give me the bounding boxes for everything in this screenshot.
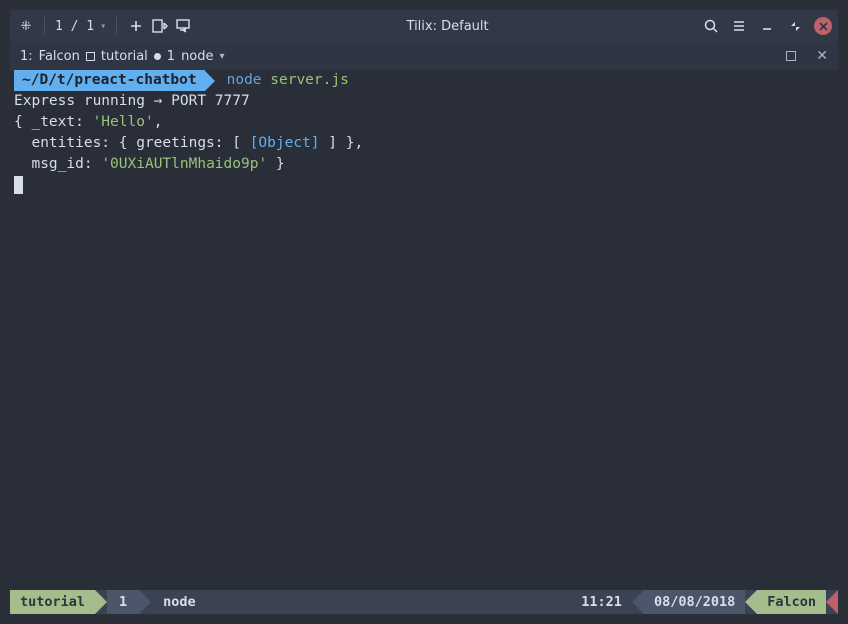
output-line: { _text: 'Hello', — [14, 112, 834, 133]
prompt-line: ~/D/t/preact-chatbot node server.js — [14, 70, 834, 91]
statusbar: tutorial 1 node 11:21 08/08/2018 Falcon — [10, 590, 838, 614]
add-terminal-button[interactable] — [127, 17, 145, 35]
titlebar: ⁜ 1 / 1 ▾ Tilix: Default — [10, 10, 838, 42]
tab-host: Falcon — [39, 49, 80, 64]
cursor — [14, 176, 23, 194]
separator — [116, 17, 117, 35]
output-line: Express running → PORT 7777 — [14, 91, 834, 112]
menu-button[interactable] — [730, 17, 748, 35]
tab-proc-name: node — [181, 49, 213, 64]
dot-icon — [154, 53, 161, 60]
tabbar: 1: Falcon tutorial 1 node ▾ ✕ — [10, 42, 838, 70]
minimize-button[interactable] — [758, 17, 776, 35]
separator — [44, 17, 45, 35]
inner-frame: ⁜ 1 / 1 ▾ Tilix: Default 1: Falcon tutor… — [10, 10, 838, 614]
command: node server.js — [215, 70, 349, 91]
chevron-down-icon[interactable]: ▾ — [220, 51, 225, 62]
search-button[interactable] — [702, 17, 720, 35]
powerline-arrow-icon — [632, 590, 644, 614]
window: ⁜ 1 / 1 ▾ Tilix: Default 1: Falcon tutor… — [0, 0, 848, 624]
command-binary: node — [227, 72, 262, 88]
powerline-arrow-icon — [139, 590, 151, 614]
cursor-line — [14, 175, 834, 196]
page-indicator[interactable]: 1 / 1 ▾ — [55, 19, 106, 34]
output-line: entities: { greetings: [ [Object] ] }, — [14, 133, 834, 154]
close-button[interactable] — [814, 17, 832, 35]
keypad-icon[interactable]: ⁜ — [16, 17, 34, 35]
powerline-arrow-icon — [95, 590, 107, 614]
titlebar-right — [702, 17, 832, 35]
status-date: 08/08/2018 — [644, 590, 745, 614]
prompt-path: ~/D/t/preact-chatbot — [14, 70, 205, 91]
status-dir: tutorial — [10, 590, 95, 614]
powerline-arrow-icon — [205, 71, 215, 91]
output-line: msg_id: '0UXiAUTlnMhaido9p' } — [14, 154, 834, 175]
tab-index: 1: — [20, 49, 33, 64]
maximize-button[interactable] — [786, 17, 804, 35]
status-process: node — [151, 590, 208, 614]
close-pane-button[interactable]: ✕ — [816, 48, 828, 64]
tabbar-right: ✕ — [786, 48, 828, 64]
status-time: 11:21 — [571, 590, 632, 614]
split-down-button[interactable] — [175, 17, 193, 35]
maximize-pane-button[interactable] — [786, 51, 796, 61]
split-right-button[interactable] — [151, 17, 169, 35]
powerline-arrow-icon — [745, 590, 757, 614]
page-count: 1 / 1 — [55, 19, 94, 34]
chevron-down-icon: ▾ — [100, 21, 106, 32]
tab-proc-num: 1 — [167, 49, 175, 64]
box-icon — [86, 52, 95, 61]
status-host: Falcon — [757, 590, 826, 614]
powerline-end-icon — [826, 590, 838, 614]
status-pane-num: 1 — [107, 590, 139, 614]
tab-dir: tutorial — [101, 49, 148, 64]
terminal[interactable]: ~/D/t/preact-chatbot node server.js Expr… — [10, 70, 838, 590]
command-arg: server.js — [270, 72, 349, 88]
window-title: Tilix: Default — [199, 19, 696, 34]
